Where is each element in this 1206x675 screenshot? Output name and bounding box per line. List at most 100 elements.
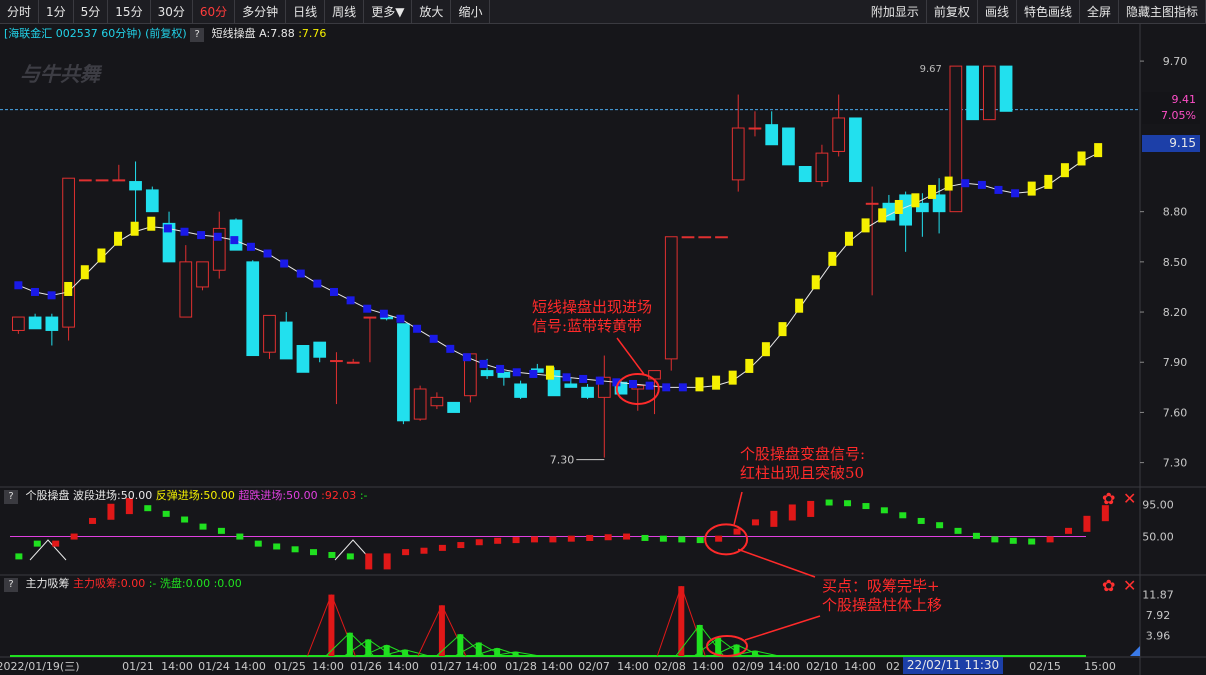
band-marker-1	[30, 287, 39, 296]
band-marker-38	[645, 381, 654, 390]
panel2-close-icon[interactable]: ✕	[1123, 491, 1136, 507]
panel2-bar-22	[420, 547, 428, 554]
date-label-2: 14:00	[161, 660, 193, 673]
band-marker-11	[197, 231, 206, 240]
price-tick-label-4: 8.50	[1163, 256, 1188, 269]
candle-body-48	[815, 152, 829, 183]
date-label-10: 14:00	[465, 660, 497, 673]
panel2-bar-32	[604, 534, 612, 541]
panel2-bar-12	[236, 533, 244, 540]
band-marker-54	[911, 193, 920, 208]
toolbar-right-button-0[interactable]: 附加显示	[864, 0, 927, 24]
toolbar-button-0[interactable]: 分时	[0, 0, 40, 24]
candle-body-10	[179, 261, 193, 318]
current-price-label: 9.41	[1142, 92, 1200, 108]
toolbar-button-9[interactable]: 更多▼	[364, 0, 413, 24]
panel2-bar-27	[512, 537, 520, 544]
band-marker-34	[579, 374, 588, 383]
panel2-tick-label-0: 95.00	[1142, 499, 1174, 512]
band-marker-45	[761, 342, 770, 357]
band-marker-26	[446, 344, 455, 353]
buy-point-pointer-2	[744, 615, 821, 641]
low-price-label: 7.30	[550, 454, 575, 467]
toolbar-button-4[interactable]: 30分	[151, 0, 193, 24]
panel2-legend-4: :92.03	[321, 489, 357, 502]
band-marker-19	[329, 287, 338, 296]
date-label-18: 14:00	[768, 660, 800, 673]
toolbar-right-button-3[interactable]: 特色画线	[1017, 0, 1080, 24]
band-marker-52	[878, 208, 887, 223]
panel2-help-button[interactable]: ?	[4, 490, 18, 504]
panel2-bar-8	[162, 510, 170, 517]
candle-body-7	[129, 181, 142, 191]
panel3-legend-4: :0.00	[213, 577, 242, 590]
panel2-bar-41	[770, 510, 778, 527]
band-marker-49	[828, 251, 837, 266]
panel2-bar-14	[273, 543, 281, 550]
panel2-bar-30	[567, 535, 575, 542]
band-marker-6	[114, 231, 123, 246]
band-marker-63	[1060, 163, 1069, 178]
candle-body-40	[681, 236, 695, 239]
toolbar-button-11[interactable]: 缩小	[451, 0, 491, 24]
panel2-bar-17	[328, 551, 336, 558]
band-marker-16	[280, 259, 289, 268]
toolbar-right-button-1[interactable]: 前复权	[927, 0, 978, 24]
panel3-legend-2: :-	[148, 577, 157, 590]
band-marker-9	[163, 224, 172, 233]
panel2-bar-34	[641, 534, 649, 541]
panel2-bar-28	[530, 536, 538, 543]
panel2-bar-58	[1083, 515, 1091, 532]
panel2-bar-13	[254, 540, 262, 547]
panel2-bar-11	[217, 527, 225, 534]
candle-body-8	[145, 189, 159, 213]
panel2-bar-44	[825, 499, 833, 506]
panel3-spike-lead-5	[417, 605, 443, 657]
band-marker-51	[861, 218, 870, 233]
toolbar-button-7[interactable]: 日线	[286, 0, 326, 24]
toolbar: 分时 1分 5分 15分 30分 60分 多分钟 日线 周线 更多▼ 放大 缩小 附加显示 前复权 画线 特色…	[0, 0, 1206, 24]
toolbar-button-10[interactable]: 放大	[412, 0, 452, 24]
panel2-bar-42	[788, 504, 796, 521]
annotation-buy-line-2: 个股操盘柱体上移	[822, 596, 943, 614]
annotation-buy-point: 买点：吸筹完毕+ 个股操盘柱体上移	[822, 577, 942, 615]
toolbar-right-button-5[interactable]: 隐藏主图指标	[1119, 0, 1206, 24]
panel3-close-icon[interactable]: ✕	[1123, 578, 1136, 594]
buy-point-pointer-1	[737, 548, 816, 578]
panel3-help-button[interactable]: ?	[4, 578, 18, 592]
buy-point-circle	[706, 635, 748, 657]
annotation-entry-line-2: 信号:蓝带转黄带	[532, 317, 643, 335]
panel3-settings-gear-icon[interactable]: ✿	[1102, 578, 1115, 594]
toolbar-button-5[interactable]: 60分	[193, 0, 236, 24]
band-marker-22	[379, 309, 388, 318]
toolbar-button-2[interactable]: 5分	[74, 0, 109, 24]
toolbar-button-1[interactable]: 1分	[39, 0, 74, 24]
candle-body-21	[363, 316, 377, 319]
toolbar-button-3[interactable]: 15分	[108, 0, 151, 24]
panel2-bar-16	[310, 549, 318, 556]
annotation-entry-signal: 短线操盘出现进场 信号:蓝带转黄带	[532, 298, 652, 336]
panel2-bar-7	[144, 505, 152, 512]
candle-body-59	[999, 65, 1013, 112]
candle-body-24	[413, 388, 427, 420]
toolbar-right-button-2[interactable]: 画线	[978, 0, 1017, 24]
panel2-bar-50	[936, 522, 944, 529]
panel3-spike-lead-0	[306, 594, 332, 657]
panel2-bar-35	[659, 535, 667, 542]
panel2-bar-29	[549, 536, 557, 543]
band-marker-28	[479, 359, 488, 368]
toolbar-right-button-4[interactable]: 全屏	[1080, 0, 1119, 24]
candle-body-39	[664, 236, 678, 360]
band-marker-65	[1094, 143, 1103, 158]
toolbar-button-6[interactable]: 多分钟	[235, 0, 287, 24]
date-label-19: 02/10	[806, 660, 838, 673]
band-marker-53	[894, 199, 903, 214]
panel3-title: 主力吸筹	[25, 577, 70, 590]
panel3-tick-label-1: 7.92	[1146, 609, 1171, 622]
panel2-settings-gear-icon[interactable]: ✿	[1102, 491, 1115, 507]
band-marker-20	[346, 296, 355, 305]
toolbar-button-8[interactable]: 周线	[325, 0, 365, 24]
panel2-tick-label-1: 50.00	[1142, 531, 1174, 544]
candle-body-17	[296, 345, 310, 373]
candle-body-58	[982, 65, 996, 121]
